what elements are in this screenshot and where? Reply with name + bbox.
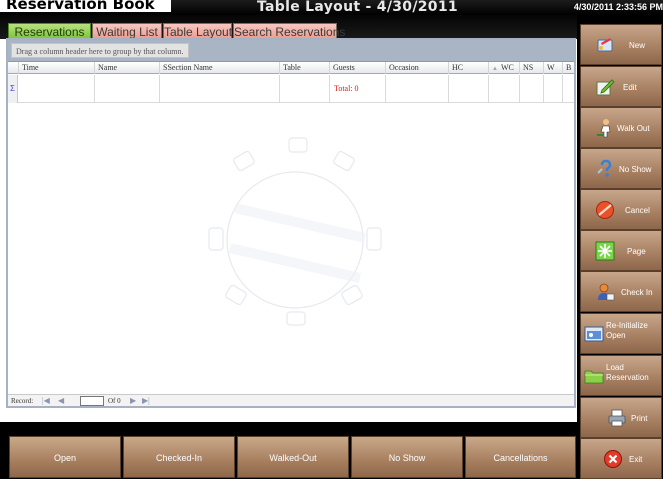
table-cell — [489, 75, 520, 103]
page-icon — [595, 241, 615, 261]
column-header-occasion[interactable]: Occasion — [386, 62, 449, 74]
record-count-label: Of 0 — [108, 397, 121, 405]
status-filter-bar: Open Checked-In Walked-Out No Show Cance… — [0, 422, 577, 479]
title-bar: Reservation Book Table Layout - 4/30/201… — [0, 0, 663, 15]
window-title: Table Layout - 4/30/2011 — [257, 0, 458, 15]
tab-waiting-list[interactable]: Waiting List — [92, 23, 162, 39]
column-header-row: Time Name SSection Name Table Guests Occ… — [8, 62, 581, 74]
table-cell — [19, 75, 95, 103]
print-button-label: Print — [631, 414, 648, 423]
column-header-section-name[interactable]: SSection Name — [160, 62, 280, 74]
page-button-label: Page — [627, 247, 646, 256]
re-initialize-open-button-label: Re-Initialize Open — [606, 321, 648, 340]
table-watermark-icon — [208, 137, 382, 326]
previous-record-button[interactable]: ◀ — [58, 396, 64, 406]
sort-arrow-icon: ▲ — [492, 66, 498, 72]
cancellations-filter-button[interactable]: Cancellations — [465, 436, 576, 478]
column-header-name[interactable]: Name — [95, 62, 160, 74]
table-cell — [544, 75, 563, 103]
re-initialize-icon — [584, 326, 604, 342]
new-icon — [597, 38, 613, 52]
print-icon — [608, 409, 626, 427]
column-header-ns[interactable]: NS — [520, 62, 544, 74]
header-indicator-cell — [8, 62, 19, 74]
column-header-wc[interactable]: ▲ WC — [489, 62, 520, 74]
column-header-table[interactable]: Table — [280, 62, 330, 74]
walk-out-button[interactable]: Walk Out — [580, 107, 662, 148]
open-filter-button[interactable]: Open — [9, 436, 121, 478]
group-by-hint: Drag a column header here to group by th… — [11, 43, 189, 58]
table-cell — [386, 75, 449, 103]
guests-total: Total: 0 — [334, 84, 359, 93]
check-in-button-label: Check In — [621, 288, 653, 297]
column-header-hc[interactable]: HC — [449, 62, 489, 74]
cancel-button[interactable]: Cancel — [580, 189, 662, 230]
table-cell — [280, 75, 330, 103]
checked-in-filter-button[interactable]: Checked-In — [123, 436, 235, 478]
walk-out-icon — [597, 119, 611, 138]
page-button[interactable]: Page — [580, 230, 662, 271]
table-cell — [160, 75, 280, 103]
load-reservation-button-label: Load Reservation — [606, 363, 649, 382]
exit-button[interactable]: Exit — [580, 438, 662, 479]
last-record-button[interactable]: ▶| — [142, 396, 150, 406]
column-header-hc-label: HC — [452, 63, 464, 72]
table-cell — [95, 75, 160, 103]
app-title: Reservation Book — [0, 0, 171, 12]
summary-row: Σ Total: 0 — [8, 75, 581, 103]
print-button[interactable]: Print — [580, 397, 662, 438]
edit-button-label: Edit — [623, 83, 637, 92]
first-record-button[interactable]: |◀ — [42, 396, 50, 406]
summary-row-indicator: Σ — [8, 75, 18, 103]
walked-out-filter-button[interactable]: Walked-Out — [237, 436, 349, 478]
cancel-icon — [596, 201, 614, 219]
cancel-button-label: Cancel — [625, 206, 650, 215]
column-header-w[interactable]: W — [544, 62, 563, 74]
edit-icon — [596, 79, 615, 96]
column-header-guests[interactable]: Guests — [330, 62, 386, 74]
exit-icon — [604, 450, 622, 468]
table-cell — [449, 75, 489, 103]
no-show-button[interactable]: No Show — [580, 148, 662, 189]
no-show-button-label: No Show — [619, 165, 652, 174]
datetime-display: 4/30/2011 2:33:56 PM — [573, 2, 663, 12]
group-by-area[interactable]: Drag a column header here to group by th… — [8, 40, 574, 62]
edit-button[interactable]: Edit — [580, 66, 662, 107]
load-reservation-icon — [584, 370, 604, 384]
walk-out-button-label: Walk Out — [617, 124, 650, 133]
column-header-time[interactable]: Time — [19, 62, 95, 74]
no-show-icon — [597, 159, 612, 177]
table-cell — [520, 75, 544, 103]
record-number-input[interactable] — [80, 396, 104, 406]
tab-strip: Reservations Waiting List Table Layout S… — [0, 15, 577, 39]
tab-table-layout[interactable]: Table Layout — [163, 23, 232, 39]
next-record-button[interactable]: ▶ — [130, 396, 136, 406]
check-in-button[interactable]: Check In — [580, 271, 662, 312]
no-show-filter-button[interactable]: No Show — [351, 436, 463, 478]
reservations-grid: Drag a column header here to group by th… — [6, 38, 581, 408]
tab-search-reservations[interactable]: Search Reservations — [233, 23, 345, 39]
record-navigator: Record: |◀ ◀ Of 0 ▶ ▶| — [8, 394, 574, 406]
column-header-wc-label: WC — [500, 63, 514, 72]
action-sidebar: New Edit Walk Out No Show Cancel Page Ch… — [577, 15, 663, 479]
new-button[interactable]: New — [580, 24, 662, 65]
exit-button-label: Exit — [629, 455, 643, 464]
re-initialize-open-button[interactable]: Re-Initialize Open — [580, 313, 662, 354]
tab-reservations[interactable]: Reservations — [8, 23, 91, 39]
load-reservation-button[interactable]: Load Reservation — [580, 355, 662, 396]
check-in-icon — [598, 283, 615, 301]
record-label: Record: — [11, 397, 34, 405]
new-button-label: New — [629, 41, 646, 50]
